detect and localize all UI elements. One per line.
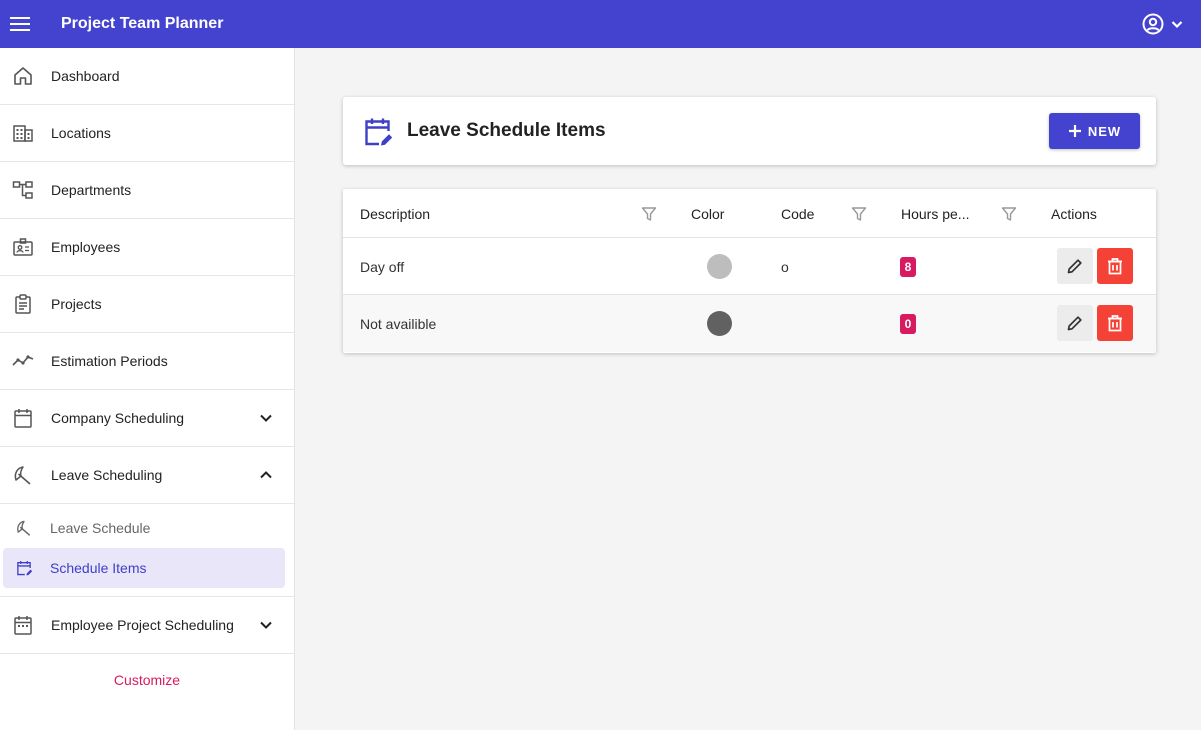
- sidebar-item-label: Leave Scheduling: [51, 467, 163, 483]
- chevron-up-icon: [260, 471, 272, 479]
- clipboard-icon: [15, 294, 31, 314]
- edit-button[interactable]: [1057, 248, 1093, 284]
- calendar-edit-icon: [17, 561, 33, 576]
- column-header-color[interactable]: Color: [691, 206, 724, 222]
- hamburger-icon: [10, 17, 30, 31]
- delete-button[interactable]: [1097, 248, 1133, 284]
- table-row[interactable]: Day off o 8: [343, 238, 1156, 295]
- sidebar-item-label: Departments: [51, 182, 132, 198]
- customize-link[interactable]: Customize: [0, 672, 294, 688]
- sidebar-item-estimation-periods[interactable]: Estimation Periods: [0, 333, 294, 390]
- sidebar-item-employee-project-scheduling[interactable]: Employee Project Scheduling: [0, 597, 294, 654]
- sidebar-item-company-scheduling[interactable]: Company Scheduling: [0, 390, 294, 447]
- account-circle-icon: [1142, 13, 1164, 35]
- trash-icon: [1108, 258, 1122, 275]
- badge-icon: [13, 238, 33, 256]
- hierarchy-icon: [12, 181, 33, 199]
- sidebar-item-locations[interactable]: Locations: [0, 105, 294, 162]
- filter-icon[interactable]: [851, 206, 867, 222]
- sidebar-item-schedule-items[interactable]: Schedule Items: [3, 548, 285, 588]
- calendar-edit-icon: [365, 118, 393, 146]
- delete-button[interactable]: [1097, 305, 1133, 341]
- new-button[interactable]: NEW: [1049, 113, 1140, 149]
- trash-icon: [1108, 315, 1122, 332]
- cell-description: Day off: [360, 259, 405, 275]
- column-header-code[interactable]: Code: [781, 206, 814, 222]
- app-bar: Project Team Planner: [0, 0, 1201, 48]
- column-header-actions: Actions: [1051, 206, 1097, 222]
- sidebar-item-departments[interactable]: Departments: [0, 162, 294, 219]
- chevron-down-icon: [1171, 21, 1183, 29]
- building-icon: [13, 125, 33, 142]
- edit-button[interactable]: [1057, 305, 1093, 341]
- chevron-down-icon: [260, 414, 272, 422]
- sidebar-item-label: Estimation Periods: [51, 353, 168, 369]
- page-header: Leave Schedule Items NEW: [343, 97, 1156, 165]
- chevron-down-icon: [260, 621, 272, 629]
- sidebar-item-label: Employees: [51, 239, 121, 255]
- sidebar-item-dashboard[interactable]: Dashboard: [0, 48, 294, 105]
- calendar-grid-icon: [14, 616, 32, 635]
- sidebar-item-label: Company Scheduling: [51, 410, 185, 426]
- app-title: Project Team Planner: [61, 15, 224, 32]
- sidebar-item-label: Projects: [51, 296, 102, 312]
- sidebar-item-label: Employee Project Scheduling: [51, 617, 234, 633]
- plus-icon: [1068, 125, 1081, 137]
- user-menu-button[interactable]: [1141, 0, 1185, 48]
- new-button-label: NEW: [1087, 123, 1122, 139]
- pencil-icon: [1067, 259, 1082, 274]
- column-header-hours[interactable]: Hours pe...: [901, 206, 969, 222]
- column-header-description[interactable]: Description: [360, 206, 430, 222]
- beach-umbrella-icon: [14, 466, 31, 485]
- sidebar-item-label: Dashboard: [51, 68, 120, 84]
- sidebar-item-leave-scheduling[interactable]: Leave Scheduling: [0, 447, 294, 504]
- page-title: Leave Schedule Items: [407, 120, 606, 141]
- table-header: Description Color Code Hours pe... Actio…: [343, 189, 1156, 238]
- calendar-icon: [14, 409, 32, 428]
- filter-icon[interactable]: [1001, 206, 1017, 222]
- filter-icon[interactable]: [641, 206, 657, 222]
- sidebar-item-label: Leave Schedule: [50, 520, 151, 536]
- pencil-icon: [1067, 316, 1082, 331]
- sidebar-item-leave-schedule[interactable]: Leave Schedule: [3, 508, 285, 548]
- leave-scheduling-submenu: Leave Schedule Schedule Items: [0, 508, 294, 597]
- color-swatch: [707, 254, 732, 279]
- sidebar-item-projects[interactable]: Projects: [0, 276, 294, 333]
- cell-description: Not availible: [360, 316, 437, 332]
- table-row[interactable]: Not availible 0: [343, 295, 1156, 352]
- home-icon: [14, 67, 32, 85]
- menu-button[interactable]: [0, 0, 40, 48]
- trend-line-icon: [12, 355, 34, 366]
- sidebar-item-label: Locations: [51, 125, 111, 141]
- hours-badge: 8: [900, 257, 916, 277]
- beach-umbrella-icon: [17, 520, 31, 536]
- cell-code: o: [781, 259, 789, 275]
- sidebar-item-label: Schedule Items: [50, 560, 147, 576]
- sidebar: Dashboard Locations Departments Employee…: [0, 48, 295, 730]
- hours-badge: 0: [900, 314, 916, 334]
- schedule-items-table: Description Color Code Hours pe... Actio…: [343, 189, 1156, 353]
- color-swatch: [707, 311, 732, 336]
- sidebar-item-employees[interactable]: Employees: [0, 219, 294, 276]
